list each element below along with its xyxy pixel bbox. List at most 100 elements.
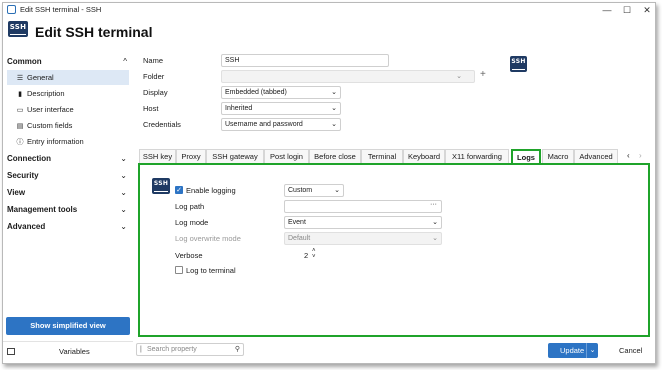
name-input[interactable]: SSH [221,54,389,67]
sidebar-section-label: Security [7,171,39,180]
display-value: Embedded (tabbed) [225,89,287,96]
sidebar-item-description[interactable]: ▮ Description [7,86,129,101]
cancel-button[interactable]: Cancel [619,346,642,355]
sidebar-item-label: General [27,73,54,82]
sidebar-item-label: Custom fields [27,121,73,130]
fields-icon: ▤ [16,123,24,130]
tab-proxy[interactable]: Proxy [176,149,206,163]
log-overwrite-mode-select[interactable]: Default ⌄ [284,232,442,245]
folder-select[interactable]: ⌄ [221,70,475,83]
verbose-value[interactable]: 2 [304,251,308,260]
sidebar-section-view[interactable]: View ⌄ [7,186,129,200]
sidebar-item-general[interactable]: ☰ General [7,70,129,85]
host-label: Host [143,104,159,113]
tab-keyboard[interactable]: Keyboard [403,149,445,163]
tab-post-login[interactable]: Post login [264,149,309,163]
chevron-up-icon: ^ [123,57,127,66]
ssh-logo-icon: SSH [510,56,527,72]
minimize-button[interactable]: — [597,3,617,17]
update-button[interactable]: Update ⌄ [548,343,598,358]
tab-advanced[interactable]: Advanced [574,149,618,163]
credentials-value: Username and password [225,121,303,128]
chevron-down-icon: ⌄ [456,73,462,80]
sidebar-section-common[interactable]: Common ^ [7,55,129,69]
sidebar: Common ^ ☰ General ▮ Description ▭ User int… [3,53,133,365]
log-overwrite-mode-value: Default [288,235,311,242]
sidebar-section-label: Advanced [7,222,46,231]
variables-label: Variables [59,347,90,356]
sidebar-section-label: Common [7,57,42,66]
maximize-button[interactable]: ☐ [617,3,637,17]
info-icon: ⓘ [16,139,24,146]
tab-terminal[interactable]: Terminal [361,149,403,163]
tab-ssh-gateway[interactable]: SSH gateway [206,149,264,163]
verbose-label: Verbose [175,251,203,260]
host-select[interactable]: Inherited ⌄ [221,102,341,115]
chevron-down-icon: ⌄ [331,89,337,96]
sidebar-item-label: Description [27,89,65,98]
sidebar-section-security[interactable]: Security ⌄ [7,169,129,183]
sidebar-section-connection[interactable]: Connection ⌄ [7,152,129,166]
grid-icon [7,348,15,355]
chevron-down-icon: ⌄ [120,205,127,214]
list-icon: ☰ [16,75,24,82]
sidebar-section-label: Connection [7,154,51,163]
search-input[interactable]: | Search property ⚲ [136,343,244,356]
cursor-icon: | [140,346,142,353]
log-to-terminal-checkbox[interactable] [175,266,183,274]
title-bar: Edit SSH terminal - SSH — ☐ ✕ [3,3,655,17]
show-simplified-view-button[interactable]: Show simplified view [6,317,130,335]
log-to-terminal-label: Log to terminal [186,266,236,275]
log-mode-label: Log mode [175,218,209,227]
chevron-down-icon: ⌄ [432,235,438,242]
sidebar-section-advanced[interactable]: Advanced ⌄ [7,220,129,234]
tab-ssh-key[interactable]: SSH key [139,149,176,163]
chevron-down-icon: ⌄ [120,222,127,231]
sidebar-section-label: Management tools [7,205,78,214]
chevron-down-icon: ⌄ [331,121,337,128]
search-icon: ⚲ [234,346,240,353]
enable-logging-value: Custom [288,187,313,194]
sidebar-section-management-tools[interactable]: Management tools ⌄ [7,203,129,217]
chevron-down-icon: ⌄ [120,154,127,163]
log-mode-select[interactable]: Event ⌄ [284,216,442,229]
tab-macro[interactable]: Macro [542,149,574,163]
chevron-down-icon: ⌄ [334,187,340,194]
variables-bar[interactable]: Variables [3,341,133,361]
display-select[interactable]: Embedded (tabbed) ⌄ [221,86,341,99]
enable-logging-select[interactable]: Custom ⌄ [284,184,344,197]
chevron-right-icon[interactable]: › [639,149,642,163]
close-button[interactable]: ✕ [637,3,657,17]
sidebar-item-custom-fields[interactable]: ▤ Custom fields [7,118,129,133]
enable-logging-checkbox[interactable]: ✓ [175,186,183,194]
display-label: Display [143,88,168,97]
tab-logs[interactable]: Logs [511,149,541,164]
chevron-down-icon: ⌄ [331,105,337,112]
update-label: Update [560,346,585,355]
browse-button[interactable]: ··· [430,201,437,208]
settings-tabs: SSH key Proxy SSH gateway Post login Bef… [139,149,649,164]
edit-ssh-terminal-window: Edit SSH terminal - SSH — ☐ ✕ SSH Edit S… [2,2,656,364]
verbose-stepper[interactable]: ˄ ˅ [312,248,316,260]
chevron-left-icon[interactable]: ‹ [627,149,630,163]
tab-before-close[interactable]: Before close [309,149,361,163]
log-path-input[interactable] [284,200,442,213]
sidebar-item-entry-information[interactable]: ⓘ Entry information [7,134,129,149]
log-mode-value: Event [288,219,306,226]
page-title: Edit SSH terminal [35,24,153,40]
search-placeholder: Search property [147,346,197,353]
enable-logging-label: Enable logging [186,186,236,195]
log-overwrite-mode-label: Log overwrite mode [175,234,241,243]
tab-x11-forwarding[interactable]: X11 forwarding [445,149,509,163]
chevron-down-icon: ⌄ [432,219,438,226]
sidebar-item-user-interface[interactable]: ▭ User interface [7,102,129,117]
sidebar-section-label: View [7,188,26,197]
sidebar-item-label: Entry information [27,137,84,146]
chevron-down-icon: ⌄ [120,171,127,180]
credentials-select[interactable]: Username and password ⌄ [221,118,341,131]
chevron-down-icon[interactable]: ⌄ [586,343,598,358]
add-folder-button[interactable]: + [480,69,486,80]
stepper-down-icon[interactable]: ˅ [312,254,316,260]
name-label: Name [143,56,164,65]
chevron-down-icon: ⌄ [120,188,127,197]
